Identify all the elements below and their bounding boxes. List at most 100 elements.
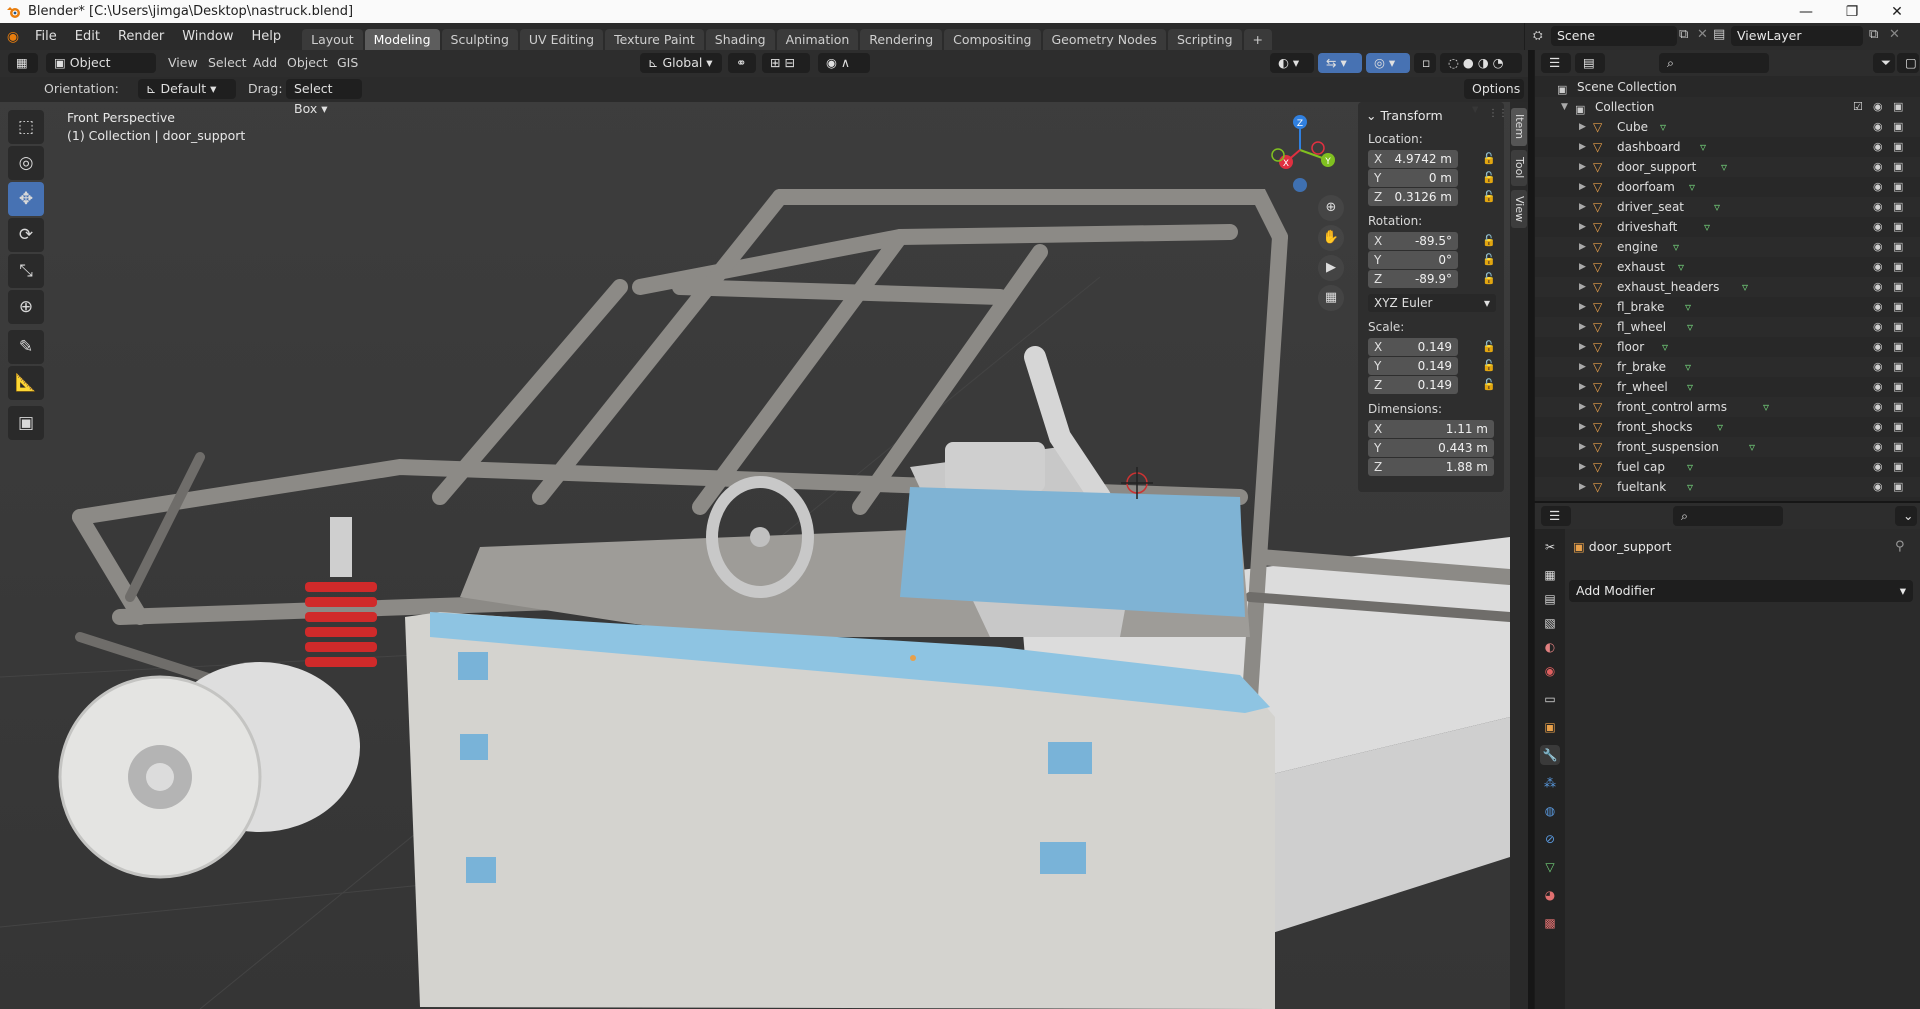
lock-icon[interactable]: 🔓 — [1482, 253, 1496, 266]
expand-arrow-icon[interactable]: ▶ — [1579, 157, 1586, 177]
mesh-data-icon[interactable]: ▿ — [1687, 477, 1693, 497]
collection-properties-icon[interactable]: ▭ — [1540, 689, 1560, 709]
rotation-x-field[interactable]: X -89.5° — [1368, 232, 1458, 250]
eye-icon[interactable]: ◉ — [1873, 97, 1883, 117]
menu-render[interactable]: Render — [109, 23, 173, 50]
expand-arrow-icon[interactable]: ▶ — [1579, 437, 1586, 457]
expand-arrow-icon[interactable]: ▶ — [1579, 337, 1586, 357]
scale-y-field[interactable]: Y 0.149 — [1368, 357, 1458, 375]
object-properties-icon[interactable]: ▣ — [1540, 717, 1560, 737]
camera-icon[interactable]: ▣ — [1893, 417, 1903, 437]
expand-arrow-icon[interactable]: ▶ — [1579, 277, 1586, 297]
visibility-icon[interactable]: ◐ ▾ — [1270, 53, 1314, 73]
lock-icon[interactable]: 🔓 — [1482, 171, 1496, 184]
overlays-toggle-icon[interactable]: ◎ ▾ — [1366, 53, 1410, 73]
copy-view-layer-icon[interactable]: ⧉ — [1869, 27, 1878, 42]
expand-arrow-icon[interactable]: ▶ — [1579, 257, 1586, 277]
add-cube-tool-icon[interactable]: ▣ — [8, 406, 44, 440]
outliner-item[interactable]: ▶ ▽ Cube ▿ ◉ ▣ — [1535, 117, 1920, 137]
viewport-menu-select[interactable]: Select — [208, 53, 247, 73]
camera-icon[interactable]: ▣ — [1893, 157, 1903, 177]
outliner-item[interactable]: ▶ ▽ engine ▿ ◉ ▣ — [1535, 237, 1920, 257]
proportional-editing-icon[interactable]: ◉ ∧ — [818, 53, 870, 73]
constraints-properties-icon[interactable]: ⊘ — [1540, 829, 1560, 849]
lock-icon[interactable]: 🔓 — [1482, 190, 1496, 203]
menu-help[interactable]: Help — [243, 23, 291, 50]
modifier-properties-icon[interactable]: 🔧 — [1540, 745, 1560, 765]
camera-icon[interactable]: ▣ — [1893, 117, 1903, 137]
lock-icon[interactable]: 🔓 — [1482, 234, 1496, 247]
outliner-search-input[interactable]: ⌕ — [1659, 53, 1769, 73]
camera-icon[interactable]: ▣ — [1893, 397, 1903, 417]
camera-icon[interactable]: ▣ — [1893, 477, 1903, 497]
add-workspace-button[interactable]: + — [1243, 29, 1273, 50]
scene-icon[interactable]: ⛭ — [1533, 28, 1543, 43]
scale-z-field[interactable]: Z 0.149 — [1368, 376, 1458, 394]
eye-icon[interactable]: ◉ — [1873, 237, 1883, 257]
outliner-item[interactable]: ▶ ▽ front_suspension ▿ ◉ ▣ — [1535, 437, 1920, 457]
editor-type-button[interactable]: ▦ — [8, 53, 38, 73]
eye-icon[interactable]: ◉ — [1873, 377, 1883, 397]
expand-arrow-icon[interactable]: ▶ — [1579, 457, 1586, 477]
eye-icon[interactable]: ◉ — [1873, 317, 1883, 337]
expand-arrow-icon[interactable]: ▶ — [1579, 397, 1586, 417]
camera-icon[interactable]: ▣ — [1893, 357, 1903, 377]
eye-icon[interactable]: ◉ — [1873, 477, 1883, 497]
camera-icon[interactable]: ▣ — [1893, 437, 1903, 457]
mesh-data-icon[interactable]: ▿ — [1689, 177, 1695, 197]
tab-scripting[interactable]: Scripting — [1167, 29, 1242, 50]
viewport-menu-add[interactable]: Add — [253, 53, 277, 73]
blender-menu-icon[interactable]: ◉ — [0, 29, 26, 45]
scale-x-field[interactable]: X 0.149 — [1368, 338, 1458, 356]
camera-view-icon[interactable]: ▶ — [1318, 255, 1344, 281]
mesh-data-icon[interactable]: ▿ — [1660, 117, 1666, 137]
mesh-data-icon[interactable]: ▿ — [1700, 137, 1706, 157]
tab-compositing[interactable]: Compositing — [944, 29, 1041, 50]
scene-selector[interactable]: Scene — [1551, 26, 1677, 46]
pin-icon[interactable]: ⚲ — [1895, 539, 1905, 554]
expand-arrow-icon[interactable]: ▶ — [1579, 357, 1586, 377]
texture-properties-icon[interactable]: ▩ — [1540, 913, 1560, 933]
tab-layout[interactable]: Layout — [302, 29, 363, 50]
lock-icon[interactable]: 🔓 — [1482, 272, 1496, 285]
expand-arrow-icon[interactable]: ▶ — [1579, 177, 1586, 197]
dimensions-y-field[interactable]: Y 0.443 m — [1368, 439, 1494, 457]
zoom-icon[interactable]: ⊕ — [1318, 195, 1344, 221]
mesh-data-icon[interactable]: ▿ — [1763, 397, 1769, 417]
eye-icon[interactable]: ◉ — [1873, 417, 1883, 437]
perspective-toggle-icon[interactable]: ▦ — [1318, 285, 1344, 311]
expand-arrow-icon[interactable]: ▶ — [1579, 377, 1586, 397]
tab-texture-paint[interactable]: Texture Paint — [605, 29, 704, 50]
expand-arrow-icon[interactable]: ▼ — [1561, 97, 1568, 117]
mesh-data-icon[interactable]: ▿ — [1673, 237, 1679, 257]
camera-icon[interactable]: ▣ — [1893, 197, 1903, 217]
outliner-item[interactable]: ▶ ▽ dashboard ▿ ◉ ▣ — [1535, 137, 1920, 157]
menu-file[interactable]: File — [26, 23, 66, 50]
xray-toggle-icon[interactable]: ▫ — [1414, 53, 1436, 73]
display-mode-icon[interactable]: ▤ — [1575, 53, 1605, 73]
particles-properties-icon[interactable]: ⁂ — [1540, 773, 1560, 793]
properties-search-input[interactable]: ⌕ — [1673, 506, 1783, 526]
outliner-scene-collection[interactable]: ▣ Scene Collection — [1535, 77, 1920, 97]
menu-edit[interactable]: Edit — [66, 23, 109, 50]
shading-mode-icons[interactable]: ◌ ● ◑ ◔ — [1440, 53, 1522, 73]
expand-arrow-icon[interactable]: ▶ — [1579, 137, 1586, 157]
view-layer-icon[interactable]: ▤ — [1713, 27, 1725, 42]
expand-arrow-icon[interactable]: ▶ — [1579, 477, 1586, 497]
lock-icon[interactable]: 🔓 — [1482, 378, 1496, 391]
pivot-point-icon[interactable]: ⚭ — [728, 53, 756, 73]
camera-icon[interactable]: ▣ — [1893, 217, 1903, 237]
outliner-item[interactable]: ▶ ▽ door_support ▿ ◉ ▣ — [1535, 157, 1920, 177]
expand-arrow-icon[interactable]: ▶ — [1579, 217, 1586, 237]
tab-rendering[interactable]: Rendering — [860, 29, 943, 50]
camera-icon[interactable]: ▣ — [1893, 277, 1903, 297]
camera-icon[interactable]: ▣ — [1893, 457, 1903, 477]
mode-selector[interactable]: ▣ Object Mode ▾ — [46, 53, 156, 90]
measure-tool-icon[interactable]: 📐 — [8, 366, 44, 400]
expand-arrow-icon[interactable]: ▶ — [1579, 197, 1586, 217]
scale-tool-icon[interactable]: ⤡ — [8, 254, 44, 288]
outliner-item[interactable]: ▶ ▽ fr_brake ▿ ◉ ▣ — [1535, 357, 1920, 377]
mesh-data-icon[interactable]: ▿ — [1685, 357, 1691, 377]
drag-selector[interactable]: Select Box ▾ — [286, 79, 362, 116]
eye-icon[interactable]: ◉ — [1873, 457, 1883, 477]
